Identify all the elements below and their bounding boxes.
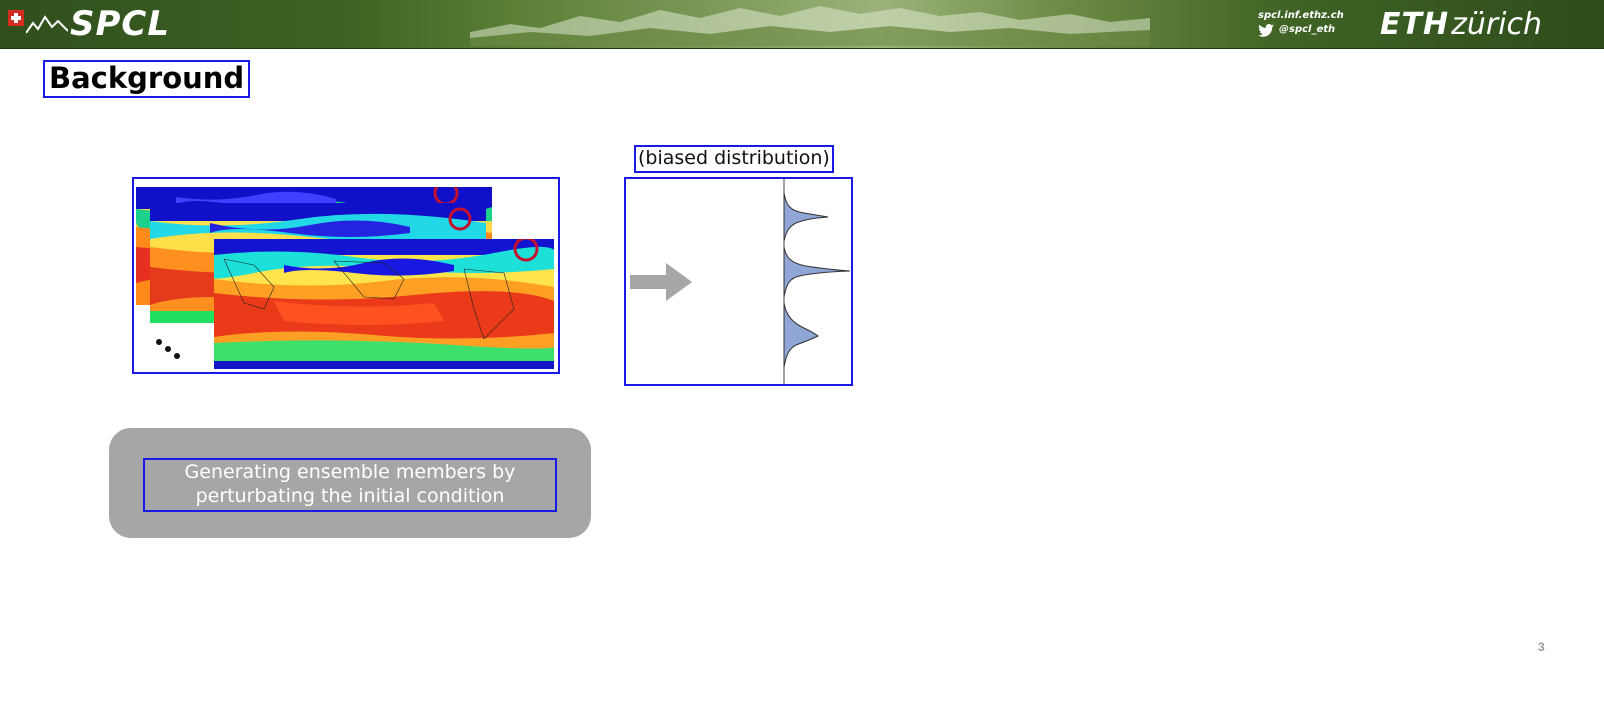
caption-line-2: perturbating the initial condition: [195, 485, 505, 507]
contact-info: spcl.inf.ethz.ch @spcl_eth: [1258, 9, 1344, 37]
twitter-handle: @spcl_eth: [1279, 24, 1336, 35]
slide-title: Background: [43, 60, 251, 98]
website-url[interactable]: spcl.inf.ethz.ch: [1258, 9, 1344, 23]
header-banner: SPCL spcl.inf.ethz.ch @spcl_eth ETHzüric…: [0, 0, 1604, 49]
ellipsis-dot: [163, 344, 173, 354]
distribution-peak-1: [783, 192, 829, 242]
twitter-icon: [1258, 23, 1274, 37]
banner-mountains-image: [470, 6, 1150, 46]
distribution-plot: [630, 179, 851, 384]
swiss-flag-icon: [8, 10, 24, 26]
caption-line-1: Generating ensemble members by: [184, 461, 516, 483]
twitter-handle-row[interactable]: @spcl_eth: [1258, 23, 1344, 37]
eth-zurich-logo[interactable]: ETHzürich: [1380, 8, 1542, 42]
mountains-icon: [26, 15, 68, 34]
ensemble-maps-figure: [132, 177, 560, 374]
distribution-figure: [624, 177, 853, 386]
distribution-peak-2: [783, 246, 851, 298]
spcl-logo-text: SPCL: [70, 4, 171, 44]
eth-logo-rest: zürich: [1451, 7, 1543, 42]
right-arrow-icon: [630, 263, 692, 301]
caption-text: Generating ensemble members by perturbat…: [143, 458, 557, 512]
eth-logo-bold: ETH: [1380, 7, 1450, 42]
distribution-label: (biased distribution): [634, 145, 834, 173]
spcl-logo[interactable]: SPCL: [8, 6, 170, 42]
page-number: 3: [1538, 640, 1545, 654]
distribution-peak-3: [783, 302, 819, 368]
ellipsis-dots-icon: [154, 337, 164, 347]
ensemble-map-front: [214, 239, 554, 369]
ellipsis-dot: [172, 351, 182, 361]
